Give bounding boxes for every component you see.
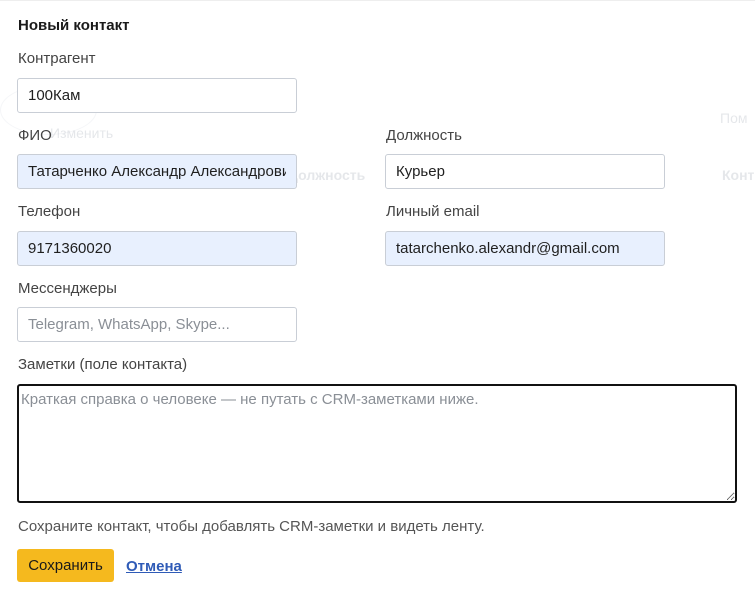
personal-email-input[interactable] xyxy=(385,231,665,266)
save-button[interactable]: Сохранить xyxy=(17,549,114,582)
new-contact-form: Новый контакт Контрагент ФИО Должность Т… xyxy=(0,0,755,596)
full-name-input[interactable] xyxy=(17,154,297,189)
counterparty-input[interactable] xyxy=(17,78,297,113)
messengers-label: Мессенджеры xyxy=(18,280,117,297)
phone-label: Телефон xyxy=(18,203,81,220)
messengers-input[interactable] xyxy=(17,307,297,342)
form-title: Новый контакт xyxy=(18,17,130,34)
cancel-link[interactable]: Отмена xyxy=(126,558,182,575)
full-name-label: ФИО xyxy=(18,127,52,144)
counterparty-label: Контрагент xyxy=(18,50,96,67)
position-label: Должность xyxy=(386,127,462,144)
notes-textarea[interactable] xyxy=(17,384,737,503)
phone-input[interactable] xyxy=(17,231,297,266)
position-input[interactable] xyxy=(385,154,665,189)
notes-label: Заметки (поле контакта) xyxy=(18,356,188,373)
save-hint-text: Сохраните контакт, чтобы добавлять CRM-з… xyxy=(18,518,485,535)
personal-email-label: Личный email xyxy=(386,203,480,220)
